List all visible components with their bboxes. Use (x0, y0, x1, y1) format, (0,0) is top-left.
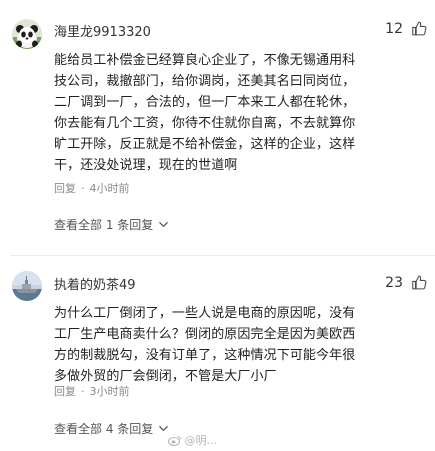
username[interactable]: 执着的奶茶49 (54, 274, 136, 293)
thumbs-up-icon[interactable] (411, 274, 428, 291)
view-all-replies-button[interactable]: 查看全部 1 条回复 (54, 216, 169, 233)
chevron-down-icon (159, 222, 169, 227)
comment-time: 4小时前 (89, 182, 130, 195)
like-control[interactable]: 23 (385, 274, 428, 291)
comment-meta: 回复 · 3小时前 (54, 383, 130, 399)
comment-text-line: 方的制裁脱勾，没有订单了，这种情况下可能今年很 (54, 348, 356, 363)
comment-text-line: 你去能有几个工资，你待不住就你自离，不去就算你 (54, 116, 356, 131)
user-avatar[interactable] (12, 271, 42, 301)
view-replies-label: 查看全部 4 条回复 (54, 422, 154, 436)
comment-text-line: 干，还没处说理，现在的世道啊 (54, 158, 238, 173)
comment-text-line: 技公司，裁撤部门，给你调岗，还美其名曰同岗位， (54, 74, 356, 89)
comment-thread: 海里龙9913320 12 能给员工补偿金已经算良心企业了，不像无锡通用科 技公… (0, 0, 435, 451)
comment-meta: 回复 · 4小时前 (54, 180, 130, 196)
like-control[interactable]: 12 (385, 20, 428, 37)
ship-avatar-icon (12, 271, 42, 301)
like-count: 23 (385, 274, 403, 291)
meta-separator: · (81, 384, 85, 398)
watermark-text: @明... (184, 434, 218, 447)
comment-time: 3小时前 (89, 385, 130, 398)
thumbs-up-icon[interactable] (411, 20, 428, 37)
watermark: @明... (167, 432, 218, 448)
comment-text-line: 工厂生产电商卖什么？倒闭的原因完全是因为美欧西 (54, 327, 356, 342)
like-count: 12 (385, 20, 403, 37)
comment-text-line: 能给员工补偿金已经算良心企业了，不像无锡通用科 (54, 53, 356, 68)
view-all-replies-button[interactable]: 查看全部 4 条回复 (54, 420, 169, 437)
comment-item: 执着的奶茶49 23 为什么工厂倒闭了，一些人说是电商的原因呢，没有 工厂生产电… (12, 255, 435, 451)
weibo-logo-icon (167, 435, 181, 446)
reply-button[interactable]: 回复 (54, 180, 76, 196)
username[interactable]: 海里龙9913320 (54, 21, 151, 40)
view-replies-label: 查看全部 1 条回复 (54, 218, 154, 232)
comment-text: 为什么工厂倒闭了，一些人说是电商的原因呢，没有 工厂生产电商卖什么？倒闭的原因完… (54, 303, 372, 387)
meta-separator: · (81, 181, 85, 195)
comment-text-line: 为什么工厂倒闭了，一些人说是电商的原因呢，没有 (54, 306, 356, 321)
comment-item: 海里龙9913320 12 能给员工补偿金已经算良心企业了，不像无锡通用科 技公… (12, 0, 435, 255)
reply-button[interactable]: 回复 (54, 383, 76, 399)
comment-text-line: 二厂调到一厂，合法的，但一厂本来工人都在轮休， (54, 95, 356, 110)
panda-avatar-icon (12, 19, 42, 49)
comment-text-line: 旷工开除，反正就是不给补偿金，这样的企业，这样 (54, 137, 356, 152)
comment-text: 能给员工补偿金已经算良心企业了，不像无锡通用科 技公司，裁撤部门，给你调岗，还美… (54, 50, 372, 176)
user-avatar[interactable] (12, 19, 42, 49)
